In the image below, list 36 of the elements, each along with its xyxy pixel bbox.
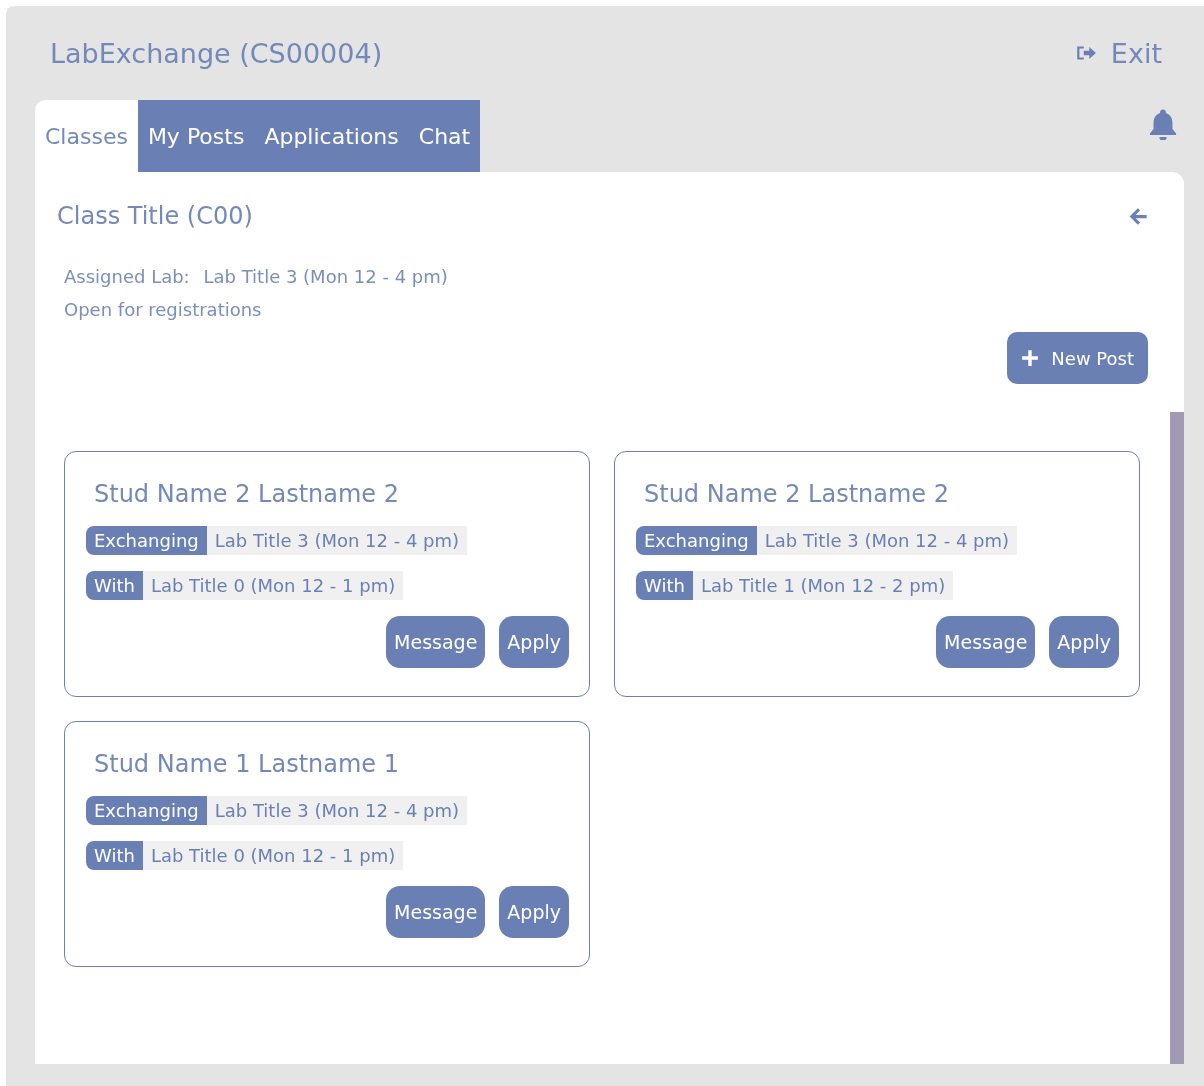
app-title: LabExchange (CS00004) <box>50 37 383 69</box>
tab[interactable]: Classes <box>35 100 138 172</box>
message-button[interactable]: Message <box>386 886 486 938</box>
student-name: Stud Name 1 Lastname 1 <box>94 750 400 778</box>
apply-button[interactable]: Apply <box>499 886 569 938</box>
scrollbar[interactable] <box>1170 412 1184 1064</box>
student-name: Stud Name 2 Lastname 2 <box>644 480 950 508</box>
lab-value: Lab Title 1 (Mon 12 - 2 pm) <box>692 571 954 600</box>
lab-value: Lab Title 0 (Mon 12 - 1 pm) <box>142 841 404 870</box>
exchanging-tag: Exchanging <box>86 796 207 825</box>
with-tag: With <box>86 841 143 870</box>
student-name: Stud Name 2 Lastname 2 <box>94 480 400 508</box>
exchanging-tag: Exchanging <box>86 526 207 555</box>
lab-value: Lab Title 0 (Mon 12 - 1 pm) <box>142 571 404 600</box>
plus-icon <box>1021 349 1040 367</box>
class-title: Class Title (C00) <box>57 202 253 230</box>
registration-status: Open for registrations <box>64 299 262 320</box>
with-tag: With <box>636 571 693 600</box>
assigned-lab-label: Assigned Lab: <box>64 266 190 287</box>
tab[interactable]: My Posts <box>137 100 255 172</box>
exit-button[interactable]: Exit <box>1074 37 1162 69</box>
tab[interactable]: Chat <box>408 100 481 172</box>
exit-icon <box>1074 44 1097 62</box>
message-button[interactable]: Message <box>936 616 1036 668</box>
exchanging-tag: Exchanging <box>636 526 757 555</box>
assigned-lab: Lab Title 3 (Mon 12 - 4 pm) <box>203 266 448 287</box>
lab-value: Lab Title 3 (Mon 12 - 4 pm) <box>756 526 1018 555</box>
apply-button[interactable]: Apply <box>1049 616 1119 668</box>
bell-icon[interactable] <box>1148 108 1178 140</box>
lab-value: Lab Title 3 (Mon 12 - 4 pm) <box>206 526 468 555</box>
lab-value: Lab Title 3 (Mon 12 - 4 pm) <box>206 796 468 825</box>
tab[interactable]: Applications <box>254 100 409 172</box>
new-post-button[interactable]: New Post <box>1007 332 1148 384</box>
message-button[interactable]: Message <box>386 616 486 668</box>
apply-button[interactable]: Apply <box>499 616 569 668</box>
with-tag: With <box>86 571 143 600</box>
